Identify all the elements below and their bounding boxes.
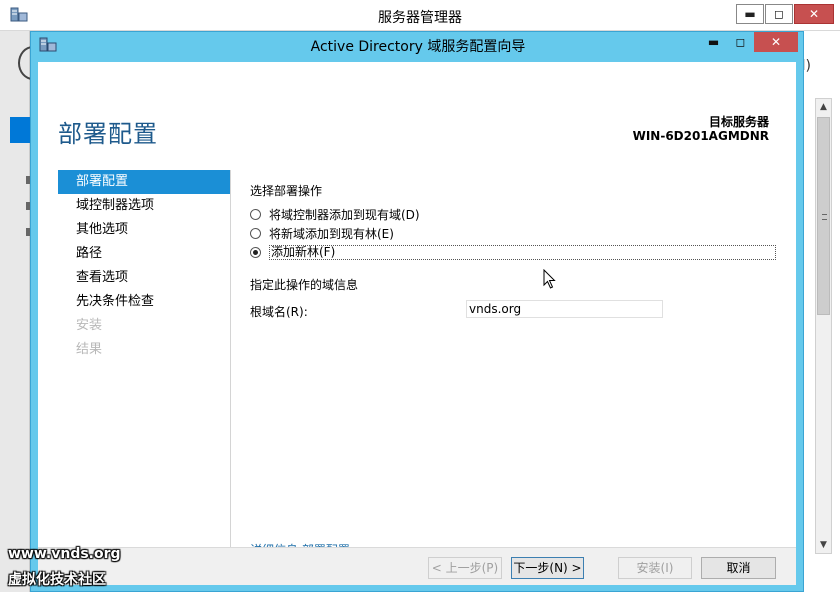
root-domain-row: 根域名(R): (250, 300, 780, 320)
domain-info-label: 指定此操作的域信息 (250, 278, 359, 292)
page-title: 部署配置 (58, 120, 158, 148)
wizard-client-area: 部署配置 目标服务器 WIN-6D201AGMDNR 部署配置 域控制器选项 其… (38, 62, 796, 585)
scrollbar-thumb[interactable] (817, 117, 830, 315)
radio-button[interactable] (250, 228, 261, 239)
wizard-button-bar: < 上一步(P) 下一步(N) > 安装(I) 取消 (38, 547, 796, 585)
server-manager-title: 服务器管理器 (378, 10, 462, 26)
deployment-operation-label: 选择部署操作 (250, 184, 323, 198)
server-manager-nav-highlight[interactable] (10, 117, 32, 143)
nav-step-review-options[interactable]: 查看选项 (58, 266, 230, 290)
install-button[interactable]: 安装(I) (618, 557, 692, 579)
mouse-cursor-icon (543, 269, 556, 289)
server-manager-maximize-button[interactable]: ◻ (765, 4, 793, 24)
nav-step-deployment-config[interactable]: 部署配置 (58, 170, 230, 194)
scrollbar-grip-icon (822, 214, 827, 220)
cancel-button[interactable]: 取消 (701, 557, 776, 579)
nav-step-additional-options[interactable]: 其他选项 (58, 218, 230, 242)
wizard-minimize-button[interactable]: ▬ (700, 32, 727, 52)
radio-button-selected[interactable] (250, 247, 261, 258)
server-manager-left-strip (0, 31, 30, 592)
option-add-domain-to-existing-forest[interactable]: 将新域添加到现有林(E) (250, 224, 780, 243)
server-manager-minimize-button[interactable]: ▬ (736, 4, 764, 24)
root-domain-input[interactable] (466, 300, 663, 318)
next-button[interactable]: 下一步(N) > (511, 557, 584, 579)
previous-button[interactable]: < 上一步(P) (428, 557, 502, 579)
option-label[interactable]: 将域控制器添加到现有域(D) (269, 206, 420, 223)
root-domain-label: 根域名(R): (250, 305, 308, 319)
scroll-up-arrow-icon[interactable]: ▲ (816, 99, 831, 115)
adds-config-wizard: Active Directory 域服务配置向导 ▬ ◻ ✕ 部署配置 目标服务… (30, 31, 804, 592)
nav-step-installation: 安装 (76, 318, 103, 333)
watermark-url: www.vnds.org (8, 546, 121, 562)
wizard-maximize-button[interactable]: ◻ (727, 32, 754, 52)
option-label[interactable]: 将新域添加到现有林(E) (269, 225, 394, 242)
radio-button[interactable] (250, 209, 261, 220)
wizard-step-nav: 部署配置 域控制器选项 其他选项 路径 查看选项 先决条件检查 安装 结果 (58, 170, 230, 362)
server-manager-titlebar: 服务器管理器 ▬ ◻ ✕ (0, 0, 840, 31)
nav-divider (230, 170, 231, 556)
wizard-title: Active Directory 域服务配置向导 (310, 39, 526, 55)
server-manager-scrollbar[interactable]: ▲ ▼ (815, 98, 832, 554)
server-manager-close-button[interactable]: ✕ (794, 4, 834, 24)
option-add-dc-to-existing-domain[interactable]: 将域控制器添加到现有域(D) (250, 205, 780, 224)
server-manager-window-controls: ▬ ◻ ✕ (735, 4, 834, 24)
target-server-label: 目标服务器 (708, 115, 769, 129)
option-add-new-forest[interactable]: 添加新林(F) (250, 243, 780, 262)
target-server-name: WIN-6D201AGMDNR (632, 129, 769, 143)
nav-step-prerequisites-check[interactable]: 先决条件检查 (58, 290, 230, 314)
option-label[interactable]: 添加新林(F) (269, 245, 776, 260)
watermark-community: 虚拟化技术社区 (8, 572, 106, 588)
deployment-config-panel: 选择部署操作 将域控制器添加到现有域(D) 将新域添加到现有林(E) 添加新林(… (250, 182, 780, 320)
nav-step-paths[interactable]: 路径 (58, 242, 230, 266)
nav-step-dc-options[interactable]: 域控制器选项 (58, 194, 230, 218)
scroll-down-arrow-icon[interactable]: ▼ (816, 537, 831, 553)
wizard-window-controls: ▬ ◻ ✕ (700, 32, 798, 52)
nav-step-results: 结果 (76, 342, 103, 357)
wizard-close-button[interactable]: ✕ (754, 32, 798, 52)
